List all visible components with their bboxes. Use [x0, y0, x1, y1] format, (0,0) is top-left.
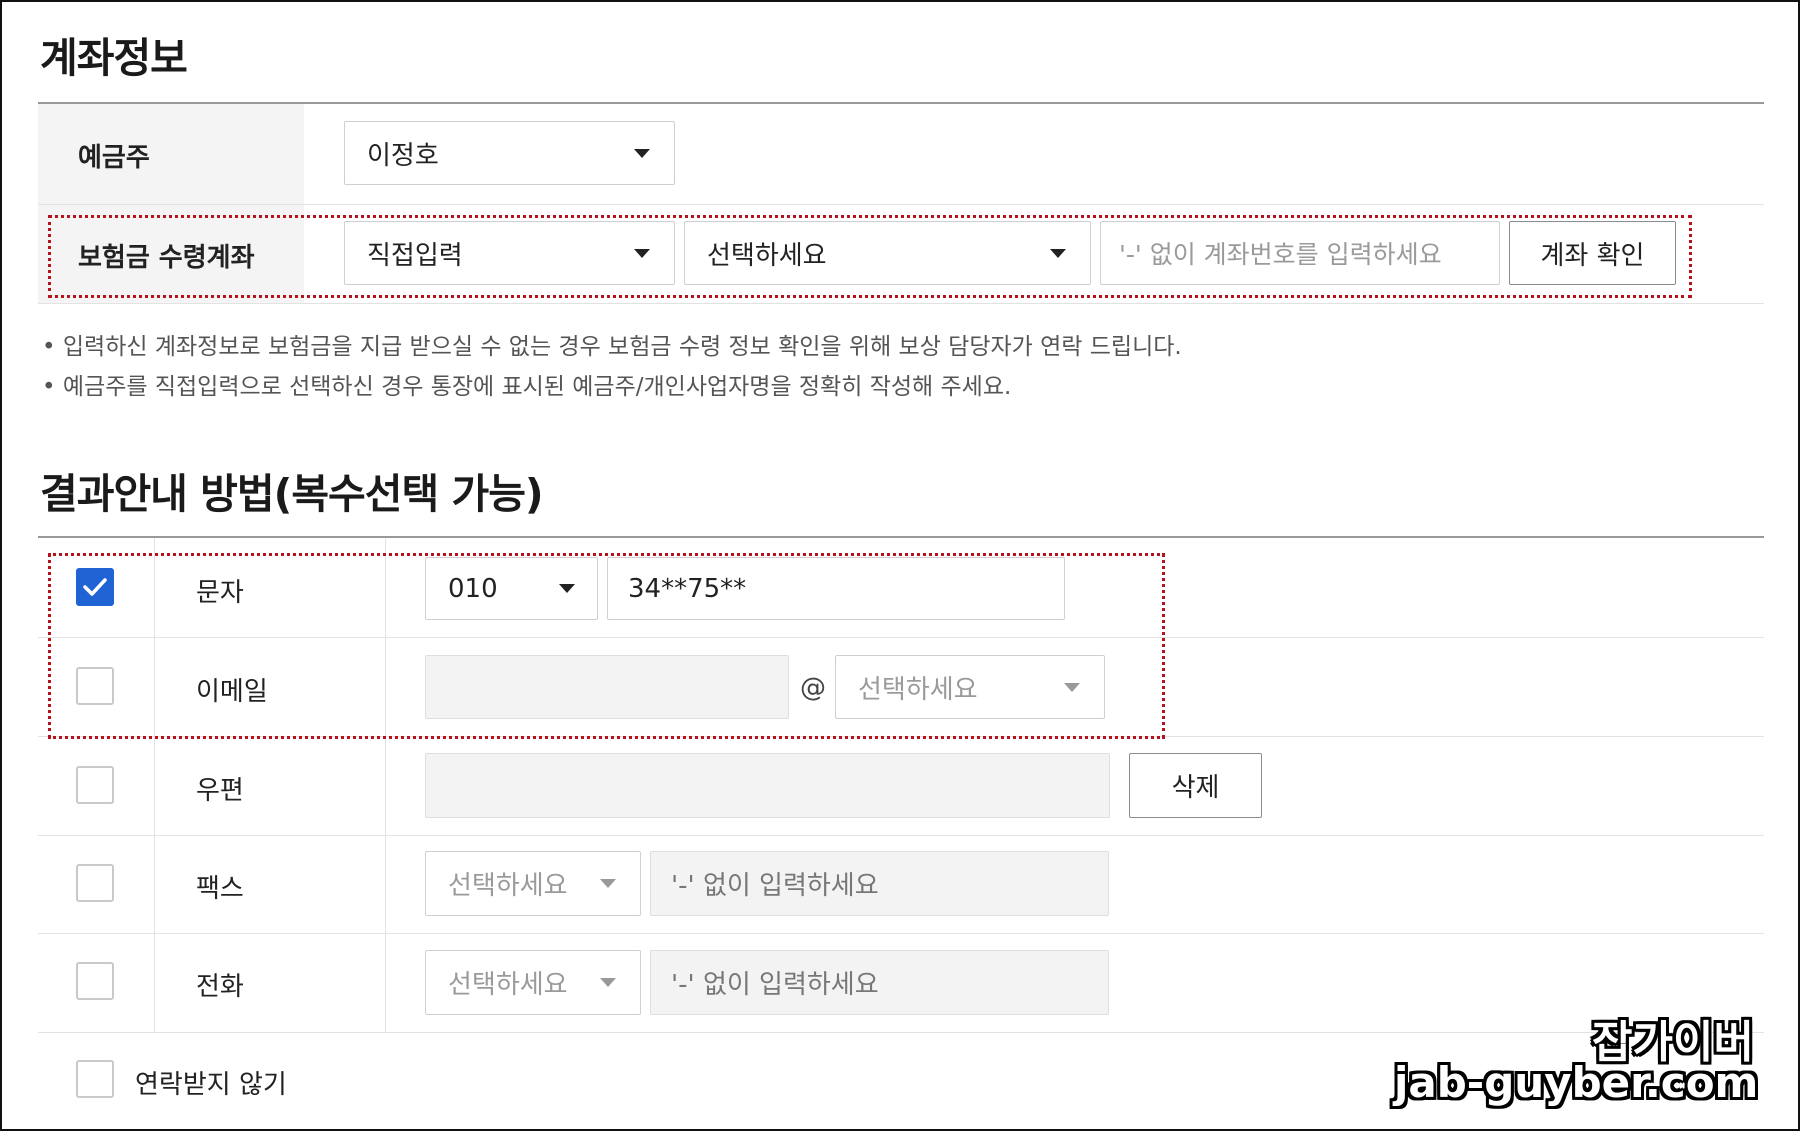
- contact-highlight-box: [48, 553, 1165, 739]
- holder-label: 예금주: [78, 143, 150, 173]
- phone-checkbox[interactable]: [76, 962, 114, 1000]
- phone-prefix-select[interactable]: 선택하세요: [425, 950, 641, 1015]
- no-contact-checkbox[interactable]: [76, 1060, 114, 1098]
- watermark-url: jab-guyber.com: [1394, 1058, 1759, 1107]
- holder-select-value: 이정호: [367, 140, 439, 171]
- note-bullet: •: [42, 334, 63, 360]
- no-contact-label: 연락받지 않기: [135, 1070, 287, 1100]
- account-section-title: 계좌정보: [40, 34, 188, 82]
- post-address-input[interactable]: [425, 753, 1110, 818]
- fax-number-input[interactable]: '-' 없이 입력하세요: [650, 851, 1109, 916]
- post-checkbox[interactable]: [76, 766, 114, 804]
- row-divider: [38, 303, 1764, 304]
- note-text-1: 입력하신 계좌정보로 보험금을 지급 받으실 수 없는 경우 보험금 수령 정보…: [62, 334, 1182, 360]
- chevron-down-icon: [600, 978, 616, 987]
- note-text-2: 예금주를 직접입력으로 선택하신 경우 통장에 표시된 예금주/개인사업자명을 …: [62, 374, 1012, 400]
- note-bullet: •: [42, 374, 63, 400]
- chevron-down-icon: [634, 148, 650, 158]
- chevron-down-icon: [600, 879, 616, 888]
- fax-prefix-placeholder: 선택하세요: [448, 871, 568, 901]
- phone-prefix-placeholder: 선택하세요: [448, 970, 568, 1000]
- phone-label: 전화: [196, 972, 244, 1002]
- result-section-title: 결과안내 방법(복수선택 가능): [40, 470, 544, 518]
- fax-number-placeholder: '-' 없이 입력하세요: [671, 871, 879, 901]
- note-line-2: • 예금주를 직접입력으로 선택하신 경우 통장에 표시된 예금주/개인사업자명…: [42, 367, 1011, 401]
- fax-label: 팩스: [196, 874, 244, 904]
- fax-prefix-select[interactable]: 선택하세요: [425, 851, 641, 916]
- row-divider: [38, 835, 1764, 836]
- fax-checkbox[interactable]: [76, 864, 114, 902]
- phone-number-placeholder: '-' 없이 입력하세요: [671, 970, 879, 1000]
- note-line-1: • 입력하신 계좌정보로 보험금을 지급 받으실 수 없는 경우 보험금 수령 …: [42, 327, 1182, 361]
- phone-number-input[interactable]: '-' 없이 입력하세요: [650, 950, 1109, 1015]
- row-divider: [38, 1032, 1764, 1033]
- holder-select[interactable]: 이정호: [344, 121, 675, 185]
- payout-highlight-box: [48, 215, 1692, 298]
- post-delete-button[interactable]: 삭제: [1129, 753, 1262, 818]
- result-section-rule: [38, 536, 1764, 538]
- row-divider: [38, 933, 1764, 934]
- post-label: 우편: [196, 776, 244, 806]
